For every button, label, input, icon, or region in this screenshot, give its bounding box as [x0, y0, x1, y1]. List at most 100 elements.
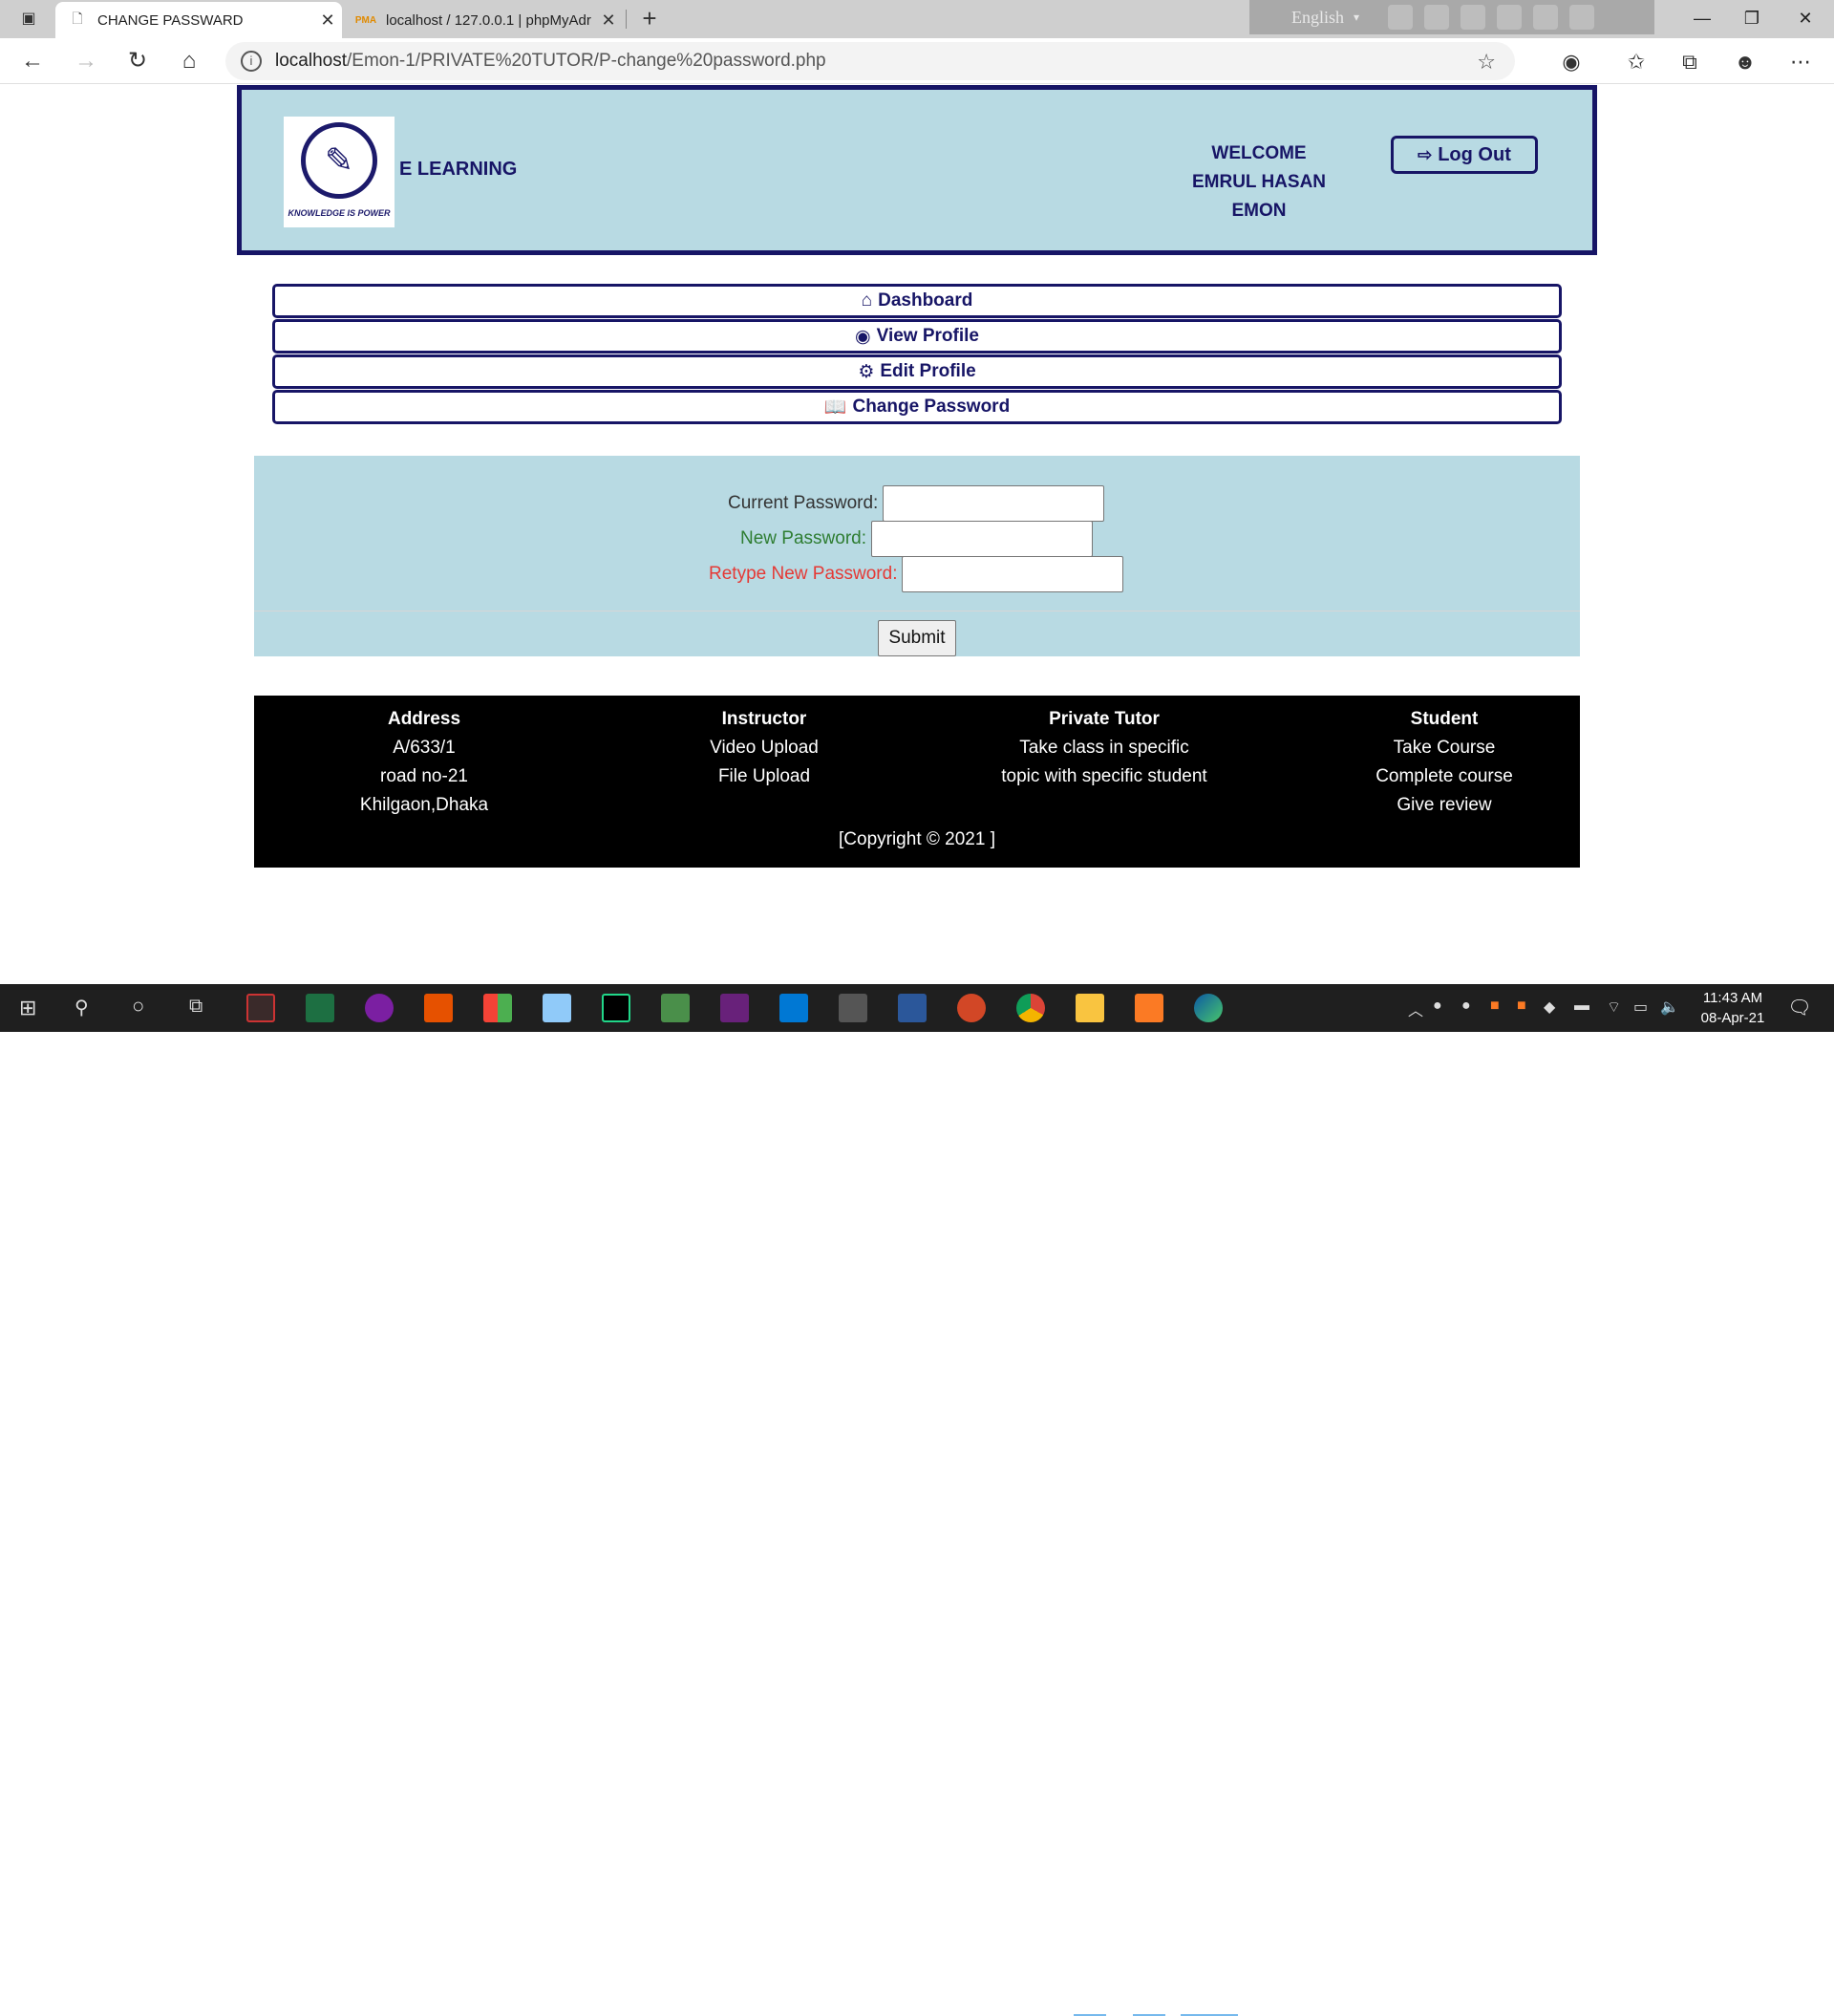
lang-tool-icon[interactable] [1424, 5, 1450, 30]
app-icon[interactable] [246, 994, 275, 1022]
user-circle-icon: ◉ [855, 326, 871, 347]
footer-line: Give review [1397, 795, 1492, 815]
tab-separator [626, 10, 627, 29]
tray-icon[interactable]: ● [1433, 997, 1442, 1015]
language-bar[interactable]: English ▾ [1249, 0, 1654, 34]
nav-menu: ⌂ Dashboard ◉ View Profile ⚙ Edit Profil… [272, 284, 1562, 425]
vscode-icon[interactable] [779, 994, 808, 1022]
clock-time: 11:43 AM [1702, 990, 1763, 1006]
powerpoint-icon[interactable] [957, 994, 986, 1022]
close-icon[interactable] [1569, 5, 1595, 30]
phpmyadmin-icon: PMA [354, 14, 377, 26]
lang-tool-icon[interactable] [1497, 5, 1523, 30]
home-button[interactable]: ⌂ [172, 44, 206, 78]
chrome-icon[interactable] [1016, 994, 1045, 1022]
xampp-icon[interactable] [1135, 994, 1163, 1022]
menu-item-edit-profile[interactable]: ⚙ Edit Profile [272, 354, 1562, 389]
photos-icon[interactable] [661, 994, 690, 1022]
menu-item-dashboard[interactable]: ⌂ Dashboard [272, 284, 1562, 318]
tray-icon[interactable]: ◆ [1544, 997, 1555, 1017]
battery-icon[interactable]: ▭ [1633, 997, 1648, 1017]
task-view-icon[interactable]: ⧉ [189, 996, 203, 1018]
edge-icon[interactable] [1194, 994, 1223, 1022]
windows-start-icon[interactable]: ⊞ [19, 996, 36, 1020]
word-icon[interactable] [898, 994, 927, 1022]
submit-button[interactable]: Submit [878, 620, 956, 656]
menu-item-label: Change Password [852, 397, 1011, 417]
refresh-button[interactable]: ↻ [120, 44, 155, 78]
windows-taskbar: ⊞ ⚲ ○ ⧉ ︿ ● ● ■ ■ ◆ ▬ ⌔ ▭ 🔈 11:43 AM 08-… [0, 984, 1834, 2016]
tab-actions-icon[interactable]: ▣ [17, 8, 40, 31]
minimize-button[interactable]: — [1675, 0, 1729, 38]
close-window-button[interactable]: ✕ [1779, 0, 1832, 38]
footer-heading: Student [1410, 709, 1479, 729]
add-favorite-icon[interactable]: ☆ [1477, 50, 1496, 75]
xampp-tray-icon[interactable]: ■ [1517, 997, 1526, 1015]
logout-button[interactable]: ⇨ Log Out [1391, 136, 1538, 174]
menu-item-change-password[interactable]: 📖 Change Password [272, 390, 1562, 424]
more-menu-icon[interactable]: ⋯ [1786, 48, 1815, 76]
footer-heading: Instructor [721, 709, 807, 729]
clock-date: 08-Apr-21 [1700, 1010, 1765, 1026]
home-icon: ⌂ [861, 290, 873, 311]
collections-icon[interactable]: ⧉ [1675, 48, 1704, 76]
menu-item-view-profile[interactable]: ◉ View Profile [272, 319, 1562, 354]
footer-line: Complete course [1376, 766, 1513, 786]
menu-item-label: Edit Profile [880, 361, 976, 381]
current-password-row: Current Password: [728, 485, 1105, 522]
close-tab-icon[interactable]: ✕ [313, 11, 342, 31]
visual-studio-icon[interactable] [720, 994, 749, 1022]
app-icon[interactable] [483, 994, 512, 1022]
excel-icon[interactable] [306, 994, 334, 1022]
pycharm-icon[interactable] [602, 994, 630, 1022]
site-header: ✎ KNOWLEDGE IS POWER E LEARNING WELCOME … [237, 85, 1597, 255]
menu-item-label: Dashboard [878, 290, 973, 311]
cortana-icon[interactable]: ○ [132, 994, 144, 1019]
settings-icon[interactable] [839, 994, 867, 1022]
tray-icon[interactable]: ▬ [1574, 997, 1589, 1015]
new-password-input[interactable] [871, 521, 1093, 557]
favorites-icon[interactable]: ✩ [1622, 48, 1651, 76]
url-field[interactable]: i localhost/Emon-1/PRIVATE%20TUTOR/P-cha… [225, 42, 1515, 80]
matlab-icon[interactable] [424, 994, 453, 1022]
current-password-label: Current Password: [728, 493, 879, 513]
new-tab-button[interactable]: + [634, 4, 665, 34]
close-tab-icon[interactable]: ✕ [594, 11, 623, 31]
notification-icon[interactable]: 🗨 [1781, 994, 1819, 1022]
restore-button[interactable]: ❐ [1725, 0, 1779, 38]
url-path: /Emon-1/PRIVATE%20TUTOR/P-change%20passw… [347, 51, 826, 71]
help-icon[interactable] [1533, 5, 1559, 30]
app-icon[interactable] [365, 994, 394, 1022]
address-toolbar: ← → ↻ ⌂ i localhost/Emon-1/PRIVATE%20TUT… [0, 38, 1834, 84]
chevron-up-icon[interactable]: ︿ [1408, 997, 1423, 1020]
lang-tool-icon[interactable] [1388, 5, 1414, 30]
tray-icon[interactable]: ● [1461, 997, 1471, 1015]
footer-heading: Address [387, 709, 461, 729]
site-footer: Address A/633/1 road no-21 Khilgaon,Dhak… [254, 696, 1580, 868]
forward-button[interactable]: → [69, 44, 103, 78]
footer-line: A/633/1 [393, 738, 456, 758]
extension-icon[interactable]: ◉ [1557, 48, 1586, 76]
tab-change-password[interactable]: 🗋 CHANGE PASSWARD ✕ [55, 2, 342, 38]
footer-line: road no-21 [380, 766, 468, 786]
welcome-line: WELCOME [1211, 143, 1307, 163]
welcome-message: WELCOME EMRUL HASAN EMON [1149, 139, 1369, 225]
url-host: localhost [275, 51, 347, 71]
footer-column-student: Student Take Course Complete course Give… [1274, 705, 1614, 820]
profile-avatar[interactable]: ☻ [1731, 48, 1759, 76]
app-icon[interactable] [543, 994, 571, 1022]
tab-phpmyadmin[interactable]: PMA localhost / 127.0.0.1 | phpMyAdr ✕ [344, 2, 623, 38]
retype-password-input[interactable] [902, 556, 1124, 592]
chevron-down-icon[interactable]: ▾ [1354, 11, 1359, 25]
system-clock[interactable]: 11:43 AM 08-Apr-21 [1685, 988, 1781, 1028]
back-button[interactable]: ← [15, 44, 50, 78]
xampp-tray-icon[interactable]: ■ [1490, 997, 1500, 1015]
current-password-input[interactable] [883, 485, 1105, 522]
volume-icon[interactable]: 🔈 [1660, 997, 1679, 1017]
file-explorer-icon[interactable] [1076, 994, 1104, 1022]
lang-tool-icon[interactable] [1461, 5, 1486, 30]
search-icon[interactable]: ⚲ [75, 996, 89, 1019]
info-icon[interactable]: i [241, 51, 262, 72]
menu-item-label: View Profile [876, 326, 979, 346]
wifi-icon[interactable]: ⌔ [1607, 997, 1621, 1017]
